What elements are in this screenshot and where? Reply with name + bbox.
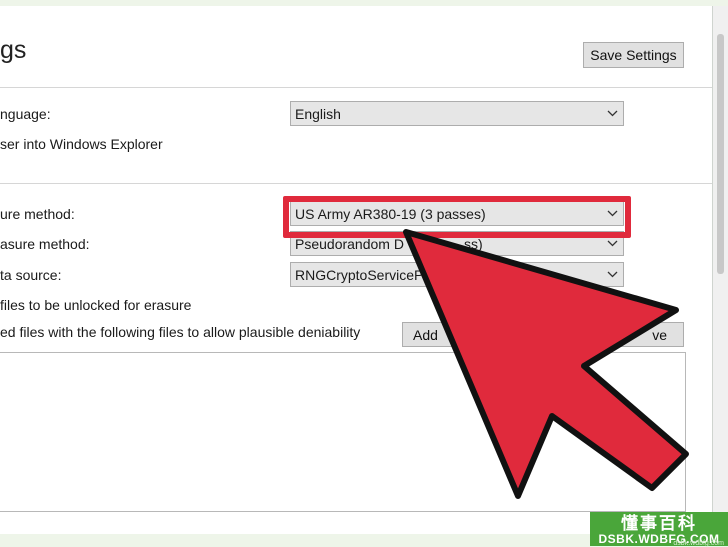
vertical-scrollbar[interactable] [713, 6, 728, 534]
pointer-arrow-icon [403, 229, 689, 499]
settings-window: gs Save Settings nguage: English ser int… [0, 6, 713, 534]
watermark-logo: 懂事百科 DSBK.WDBFG.COM dsbk.wdbfg.com [590, 512, 728, 547]
watermark-line1: 懂事百科 [621, 514, 697, 533]
scrollbar-thumb[interactable] [717, 34, 724, 274]
